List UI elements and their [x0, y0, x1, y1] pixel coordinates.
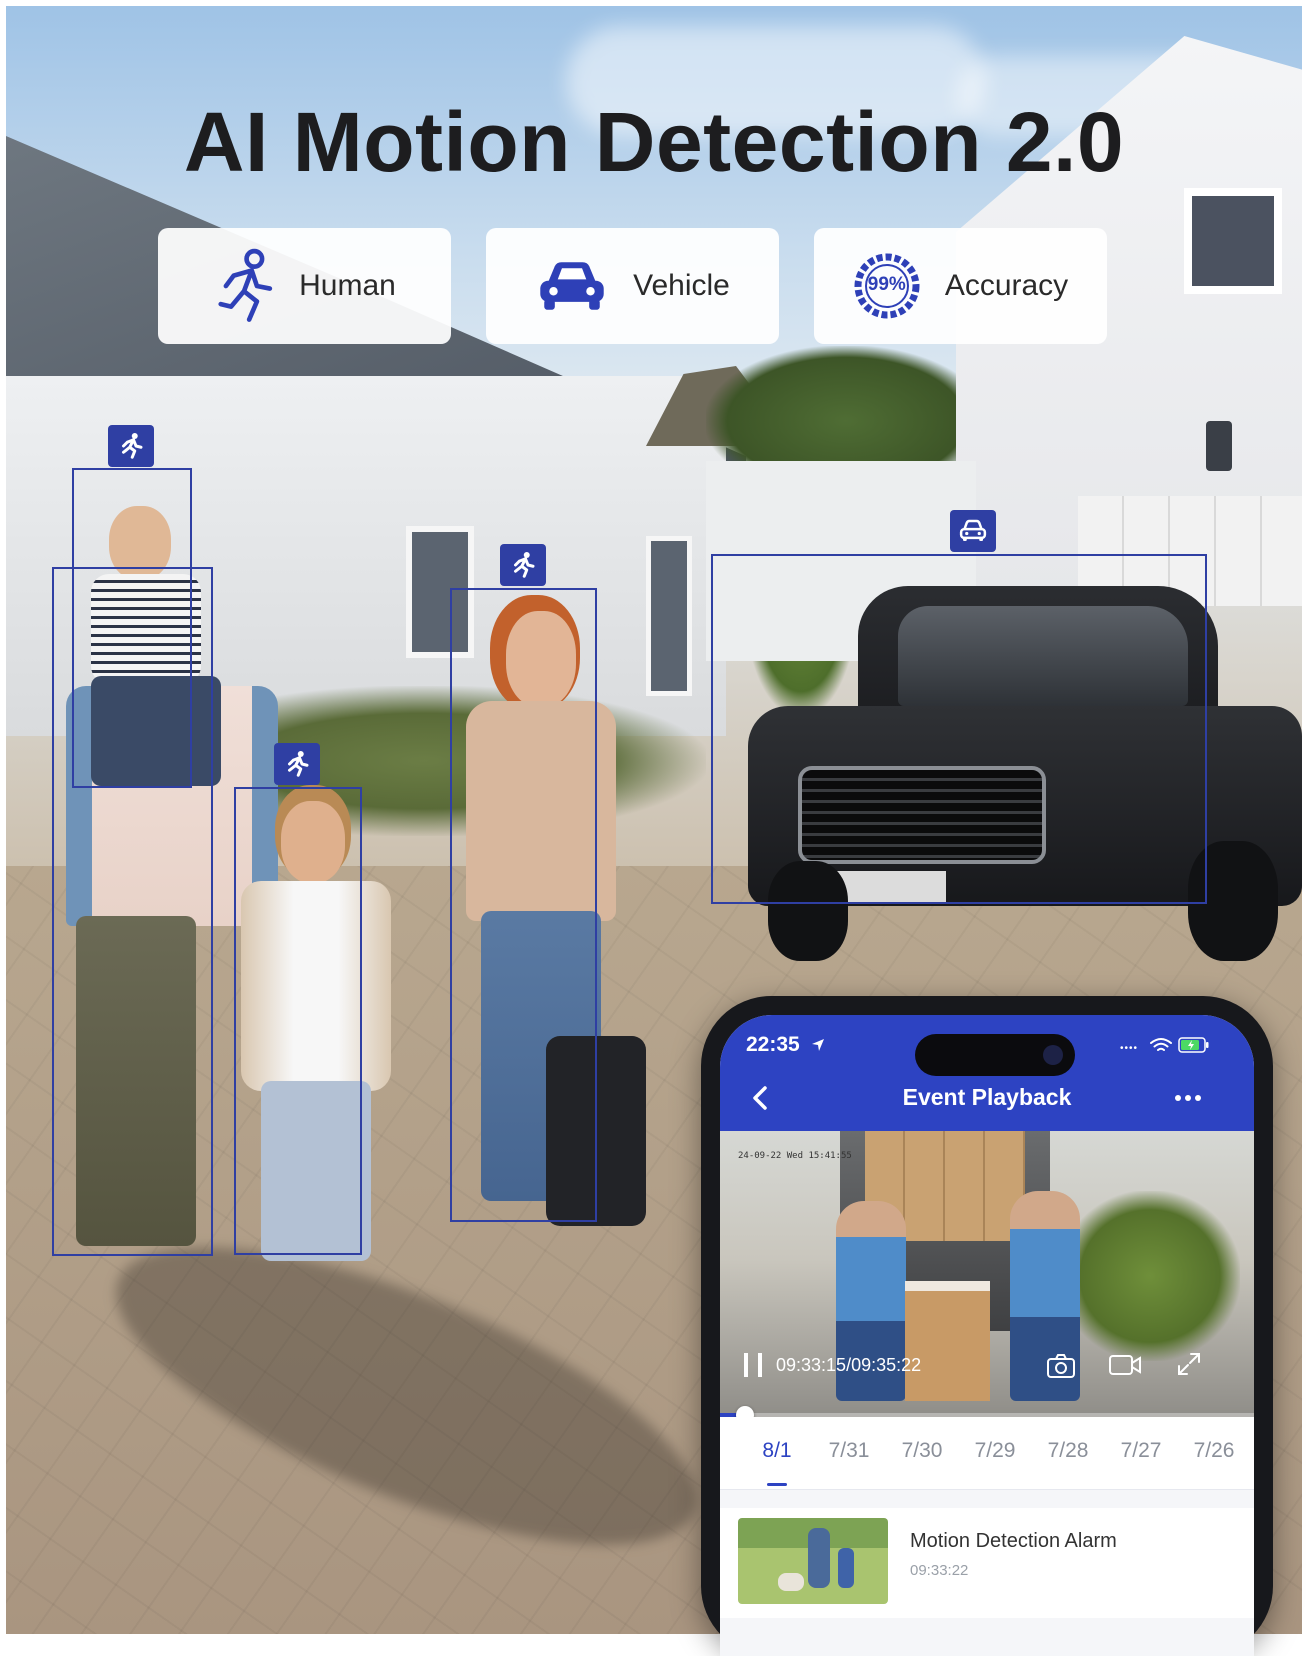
running-person-icon — [218, 248, 273, 322]
date-tab[interactable]: 7/30 — [885, 1439, 959, 1463]
package — [905, 1281, 990, 1401]
detection-tag-vehicle — [950, 510, 996, 552]
feature-label: Human — [299, 269, 396, 302]
active-tab-underline — [767, 1483, 787, 1486]
dynamic-island — [915, 1034, 1075, 1076]
detection-tag-human — [108, 425, 154, 467]
feature-label: Accuracy — [944, 269, 1069, 302]
feature-pill-vehicle: Vehicle — [486, 228, 779, 344]
running-person-icon — [288, 751, 309, 777]
thumb-child — [838, 1548, 854, 1588]
camera-icon[interactable] — [1046, 1353, 1076, 1379]
video-player[interactable]: 24-09-22 Wed 15:41:55 09:33:15/09:35:22 — [720, 1131, 1254, 1417]
event-title: Motion Detection Alarm — [910, 1530, 1117, 1552]
feature-pill-accuracy: 99% Accuracy — [814, 228, 1107, 344]
event-thumbnail — [738, 1518, 888, 1604]
detection-tag-human — [274, 743, 320, 785]
front-camera — [1043, 1045, 1063, 1065]
thumb-person — [808, 1528, 830, 1588]
date-tab[interactable]: 7/26 — [1177, 1439, 1251, 1463]
phone-screen: 22:35 •••• Event Playback 24-09-22 Wed 1… — [720, 1015, 1254, 1656]
event-list: Motion Detection Alarm 09:33:22 — [720, 1490, 1254, 1656]
garage-window — [1184, 188, 1282, 294]
record-icon[interactable] — [1108, 1353, 1142, 1377]
detection-box-woman — [450, 588, 597, 1222]
feature-pill-human: Human — [158, 228, 451, 344]
progress-handle[interactable] — [735, 1406, 754, 1417]
date-tab[interactable]: 7/31 — [812, 1439, 886, 1463]
detection-box-man — [52, 567, 213, 1256]
hedge — [1060, 1191, 1240, 1361]
date-tab[interactable]: 7/29 — [958, 1439, 1032, 1463]
battery-icon — [1178, 1037, 1209, 1053]
thumb-dog — [778, 1573, 804, 1591]
running-person-icon — [514, 552, 535, 578]
more-icon[interactable] — [1174, 1094, 1202, 1102]
detection-box-girl — [234, 787, 362, 1255]
date-tab[interactable]: 8/1 — [740, 1439, 814, 1463]
fullscreen-icon[interactable] — [1176, 1351, 1202, 1377]
running-person-icon — [122, 433, 143, 459]
date-tab[interactable]: 7/27 — [1104, 1439, 1178, 1463]
car-icon — [540, 262, 604, 310]
accuracy-gauge-icon: 99% — [853, 252, 921, 320]
accuracy-badge: 99% — [867, 274, 906, 295]
status-time: 22:35 — [746, 1033, 800, 1056]
event-item[interactable]: Motion Detection Alarm 09:33:22 — [720, 1508, 1254, 1618]
event-time: 09:33:22 — [910, 1562, 969, 1579]
feature-label: Vehicle — [633, 269, 730, 302]
wifi-icon — [1150, 1038, 1172, 1051]
car-icon — [959, 519, 987, 541]
house-window — [646, 536, 692, 696]
location-arrow-icon — [812, 1039, 824, 1051]
detection-tag-human — [500, 544, 546, 586]
wall-lamp — [1206, 421, 1232, 471]
headline: AI Motion Detection 2.0 — [183, 95, 1125, 189]
app-header: 22:35 •••• Event Playback — [720, 1015, 1254, 1131]
detection-box-vehicle — [711, 554, 1207, 904]
date-tab[interactable]: 7/28 — [1031, 1439, 1105, 1463]
pause-icon[interactable] — [744, 1353, 762, 1377]
date-tabs: 8/1 7/31 7/30 7/29 7/28 7/27 7/26 — [720, 1417, 1254, 1490]
osd-timestamp: 24-09-22 Wed 15:41:55 — [738, 1151, 852, 1161]
phone-mockup: 22:35 •••• Event Playback 24-09-22 Wed 1… — [701, 996, 1273, 1656]
playback-time: 09:33:15/09:35:22 — [776, 1355, 922, 1375]
signal-icon: •••• — [1120, 1043, 1139, 1054]
